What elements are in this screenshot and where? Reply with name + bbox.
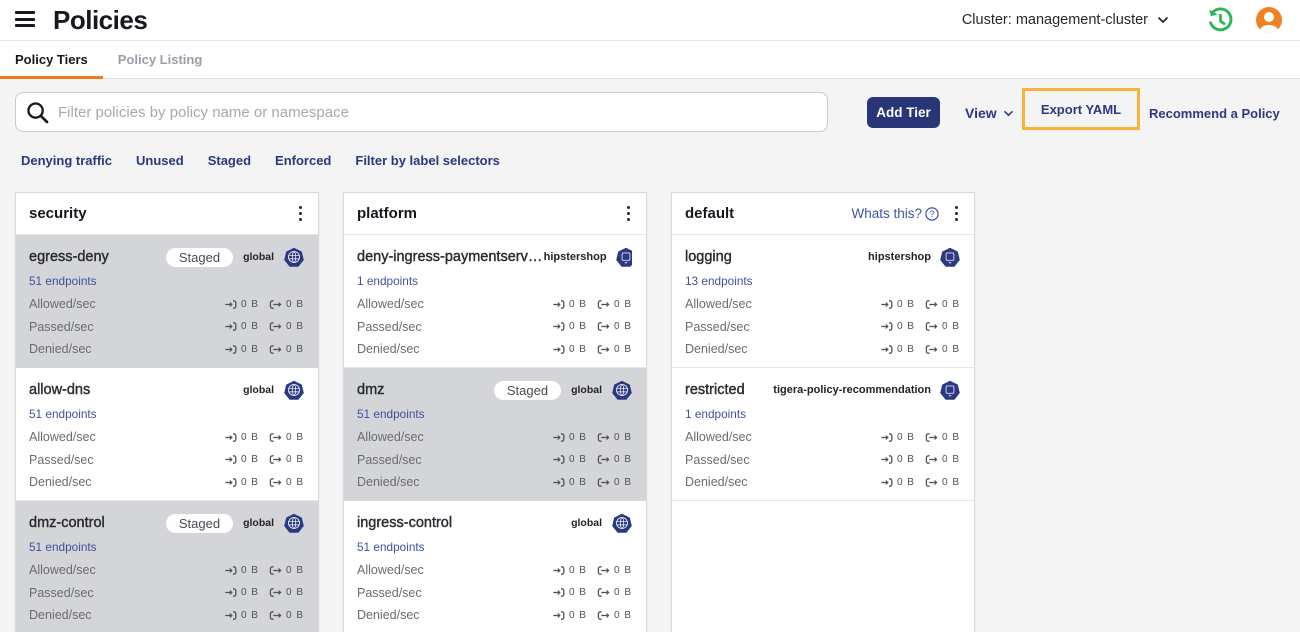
svg-text:?: ? bbox=[929, 209, 934, 219]
